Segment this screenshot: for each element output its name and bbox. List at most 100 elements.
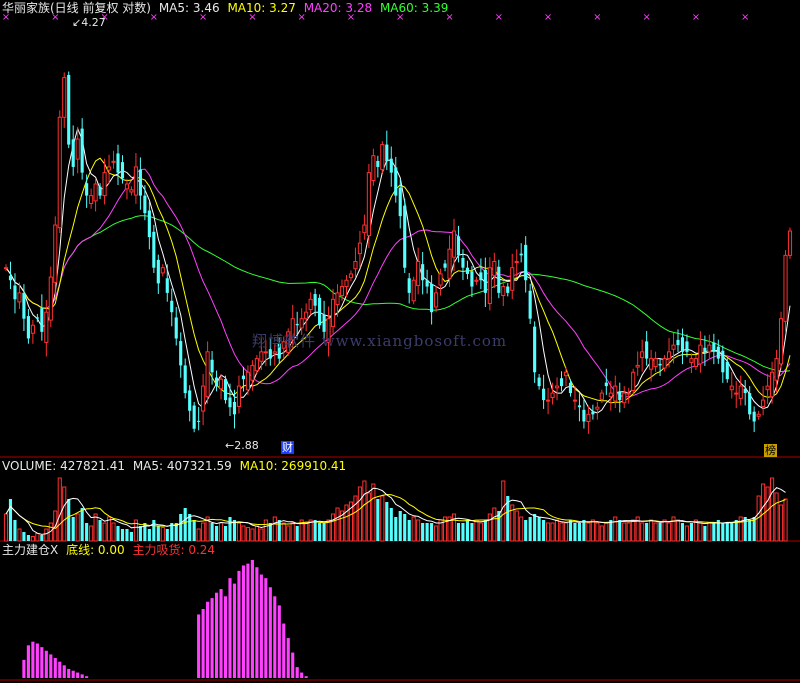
indicator-bar bbox=[35, 643, 39, 678]
volume-bar bbox=[313, 520, 317, 541]
indicator-bar bbox=[210, 598, 214, 678]
candle-body bbox=[295, 323, 299, 326]
indicator-bar bbox=[40, 647, 44, 678]
indicator-bar bbox=[44, 650, 48, 678]
candle-body bbox=[116, 153, 120, 173]
x-marker: × bbox=[593, 12, 601, 23]
high-price-marker: ↙4.27 bbox=[72, 17, 106, 29]
candle-body bbox=[443, 263, 447, 268]
candle-body bbox=[403, 205, 407, 268]
volume-ma10-label: MA10: 269910.41 bbox=[239, 459, 347, 473]
candle-body bbox=[318, 297, 322, 326]
finance-badge[interactable]: 财 bbox=[281, 441, 294, 454]
volume-bar bbox=[160, 527, 165, 542]
indicator-bar bbox=[62, 665, 66, 678]
volume-bar bbox=[680, 523, 685, 541]
candle-body bbox=[366, 172, 371, 237]
candle-body bbox=[649, 358, 654, 370]
indicator-bar bbox=[49, 654, 53, 678]
volume-bar bbox=[17, 528, 22, 542]
ma5-label: MA5: 3.46 bbox=[158, 1, 220, 15]
candle-body bbox=[563, 371, 569, 377]
x-marker: × bbox=[741, 12, 749, 23]
volume-bar bbox=[89, 525, 94, 542]
candle-body bbox=[389, 158, 393, 173]
indicator-bar bbox=[53, 658, 57, 678]
candle-body bbox=[698, 344, 703, 365]
volume-bar bbox=[528, 517, 532, 541]
volume-bar bbox=[487, 513, 492, 542]
candle-body bbox=[487, 267, 492, 304]
candle-body bbox=[339, 286, 345, 297]
volume-bar bbox=[120, 529, 125, 541]
volume-bar bbox=[371, 483, 376, 542]
volume-bar bbox=[67, 499, 71, 541]
volume-bar bbox=[465, 520, 470, 541]
candle-body bbox=[640, 351, 645, 359]
candle-body bbox=[662, 358, 667, 369]
candle-body bbox=[152, 231, 156, 268]
candle-body bbox=[210, 359, 214, 373]
volume-bar bbox=[129, 532, 134, 541]
volume-bar bbox=[179, 514, 183, 541]
candle-body bbox=[407, 278, 411, 293]
candle-body bbox=[188, 390, 192, 411]
candle-body bbox=[519, 253, 523, 256]
volume-bar bbox=[653, 522, 658, 542]
candle-body bbox=[160, 267, 165, 274]
volume-bar bbox=[658, 523, 662, 541]
volume-bar bbox=[765, 486, 770, 542]
candle-body bbox=[35, 317, 39, 319]
candle-body bbox=[622, 392, 627, 404]
candle-body bbox=[595, 406, 600, 410]
candle-body bbox=[765, 385, 770, 391]
volume-bar bbox=[394, 517, 398, 541]
volume-bar bbox=[425, 523, 429, 541]
candle-body bbox=[93, 183, 98, 202]
rank-badge[interactable]: 榜 bbox=[764, 444, 777, 457]
candle-body bbox=[756, 413, 761, 417]
candle-body bbox=[689, 358, 694, 363]
volume-bar bbox=[721, 523, 725, 541]
candle-body bbox=[778, 318, 784, 365]
candle-body bbox=[474, 279, 479, 282]
candle-body bbox=[228, 397, 232, 408]
volume-bar bbox=[71, 517, 75, 541]
volume-bar bbox=[689, 523, 694, 541]
candle-body bbox=[497, 266, 501, 293]
volume-bar bbox=[411, 516, 416, 542]
indicator-bar bbox=[273, 596, 277, 678]
ma10-label: MA10: 3.27 bbox=[227, 1, 296, 15]
volume-bar bbox=[165, 529, 169, 541]
volume-bar bbox=[62, 486, 67, 542]
volume-bar bbox=[712, 523, 716, 541]
candle-body bbox=[752, 411, 756, 422]
candle-body bbox=[712, 342, 716, 352]
volume-bar bbox=[483, 520, 487, 541]
candle-body bbox=[183, 365, 187, 394]
volume-bar bbox=[236, 522, 242, 542]
candle-body bbox=[272, 351, 277, 354]
candle-body bbox=[626, 392, 631, 395]
volume-bar bbox=[102, 522, 107, 542]
volume-bar bbox=[138, 526, 142, 541]
volume-bar bbox=[698, 522, 703, 542]
candle-body bbox=[635, 364, 640, 368]
watermark-text: 翔博软件 www.xiangbosoft.com bbox=[252, 332, 508, 350]
volume-bar bbox=[501, 480, 506, 542]
candle-body bbox=[524, 244, 528, 281]
volume-bar bbox=[22, 532, 26, 541]
volume-bar bbox=[590, 519, 595, 542]
volume-bar bbox=[684, 525, 690, 542]
candle-body bbox=[645, 341, 649, 359]
volume-bar bbox=[183, 508, 187, 541]
candle-body bbox=[106, 166, 112, 171]
candle-body bbox=[743, 388, 747, 394]
candle-body bbox=[528, 290, 532, 319]
candle-body bbox=[734, 392, 739, 395]
candle-body bbox=[179, 341, 183, 366]
indicator-baseline-label: 底线: 0.00 bbox=[66, 543, 125, 557]
candle-body bbox=[613, 385, 618, 402]
candle-body bbox=[197, 420, 201, 422]
candle-body bbox=[362, 224, 367, 234]
